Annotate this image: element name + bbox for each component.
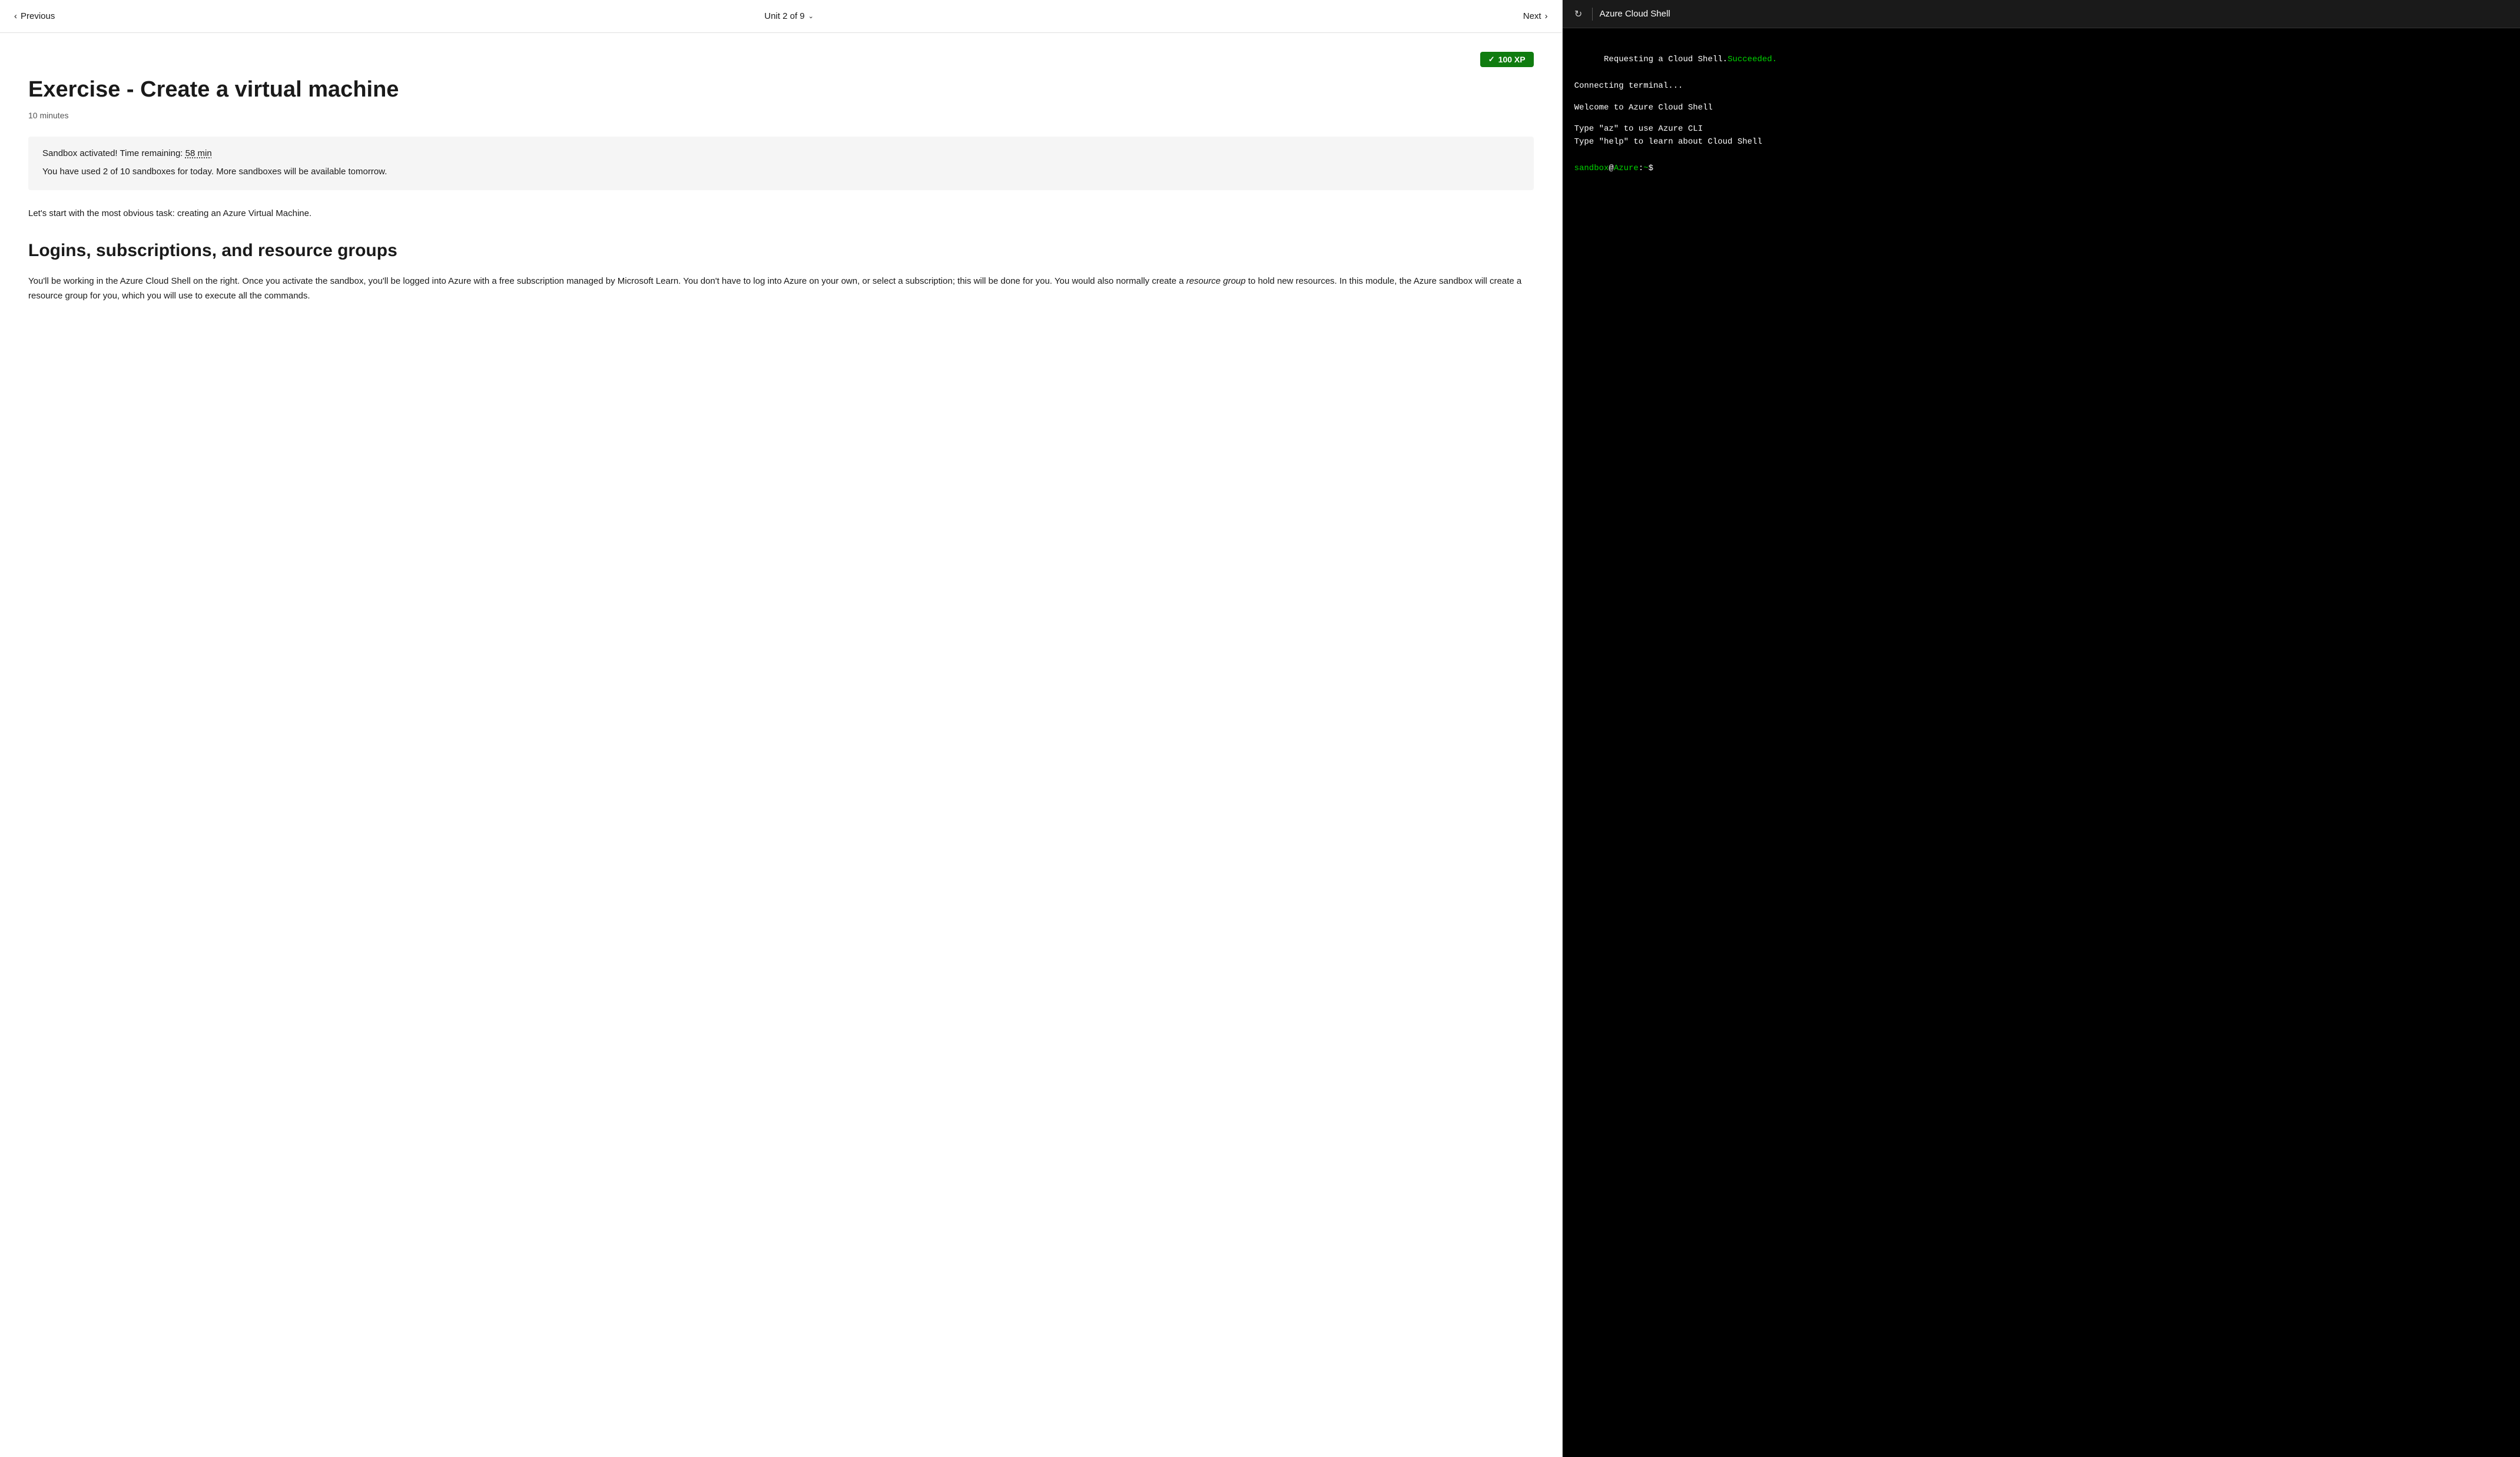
body-italic: resource group [1186,276,1246,286]
intro-text: Let's start with the most obvious task: … [28,207,1534,221]
prompt-tilde: ~ [1643,162,1648,175]
shell-blank-3 [1574,149,2508,157]
chevron-down-icon: ⌄ [808,12,814,20]
sandbox-time-label: Sandbox activated! Time remaining: [42,148,183,158]
body-text-part1: You'll be working in the Azure Cloud She… [28,276,1186,286]
xp-badge-container: ✓ 100 XP [28,52,1534,67]
shell-line-1-success: Succeeded. [1727,55,1777,64]
prompt-sandbox: sandbox [1574,162,1609,175]
sandbox-time-remaining: Sandbox activated! Time remaining: 58 mi… [42,148,1520,158]
refresh-icon[interactable]: ↻ [1572,8,1585,21]
chevron-right-icon: › [1545,11,1548,21]
sandbox-time-value: 58 min [185,148,212,158]
left-panel: ‹ Previous Unit 2 of 9 ⌄ Next › ✓ 100 XP… [0,0,1563,1457]
shell-line-1: Requesting a Cloud Shell.Succeeded. [1574,40,2508,79]
prompt-colon: : [1639,162,1643,175]
sandbox-box: Sandbox activated! Time remaining: 58 mi… [28,137,1534,191]
shell-title: Azure Cloud Shell [1600,9,1670,19]
unit-selector[interactable]: Unit 2 of 9 ⌄ [764,11,814,21]
next-button[interactable]: Next › [1523,11,1548,21]
chevron-left-icon: ‹ [14,11,17,21]
xp-badge: ✓ 100 XP [1480,52,1534,67]
shell-header: ↻ Azure Cloud Shell [1563,0,2520,28]
sandbox-usage-text: You have used 2 of 10 sandboxes for toda… [42,165,1520,179]
nav-bar: ‹ Previous Unit 2 of 9 ⌄ Next › [0,0,1562,33]
shell-prompt: sandbox@Azure:~$ [1574,162,2508,175]
prev-label: Previous [21,11,55,21]
unit-label: Unit 2 of 9 [764,11,804,21]
prompt-dollar: $ [1649,162,1653,175]
shell-body[interactable]: Requesting a Cloud Shell.Succeeded. Conn… [1563,28,2520,1457]
prev-button[interactable]: ‹ Previous [14,11,55,21]
prompt-at: @ [1609,162,1613,175]
shell-blank-1 [1574,93,2508,101]
right-panel: ↻ Azure Cloud Shell Requesting a Cloud S… [1563,0,2520,1457]
page-title: Exercise - Create a virtual machine [28,77,1534,104]
time-estimate: 10 minutes [28,111,1534,120]
xp-value: 100 XP [1498,55,1526,64]
shell-line-5: Type "help" to learn about Cloud Shell [1574,135,2508,148]
shell-line-1-text: Requesting a Cloud Shell. [1604,55,1727,64]
section-heading: Logins, subscriptions, and resource grou… [28,240,1534,262]
check-icon: ✓ [1488,55,1495,64]
shell-line-3: Welcome to Azure Cloud Shell [1574,101,2508,114]
body-text: You'll be working in the Azure Cloud She… [28,274,1534,304]
shell-line-2: Connecting terminal... [1574,79,2508,92]
shell-blank-2 [1574,114,2508,122]
next-label: Next [1523,11,1541,21]
prompt-azure: Azure [1614,162,1639,175]
shell-header-divider [1592,8,1593,21]
shell-line-4: Type "az" to use Azure CLI [1574,122,2508,135]
content-area: ✓ 100 XP Exercise - Create a virtual mac… [0,33,1562,1457]
